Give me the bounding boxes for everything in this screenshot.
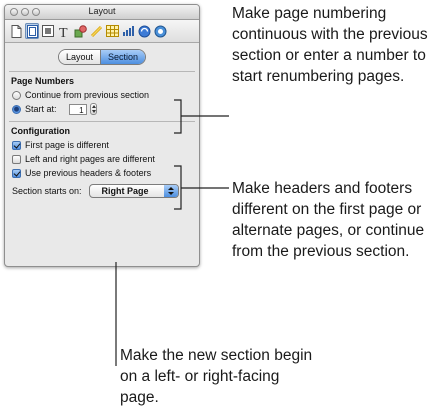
section-start-callout: Make the new section begin on a left- or… bbox=[120, 347, 313, 406]
numbering-callout: Make page numbering continuous with the … bbox=[232, 5, 428, 85]
headers-callout: Make headers and footers different on th… bbox=[232, 180, 425, 260]
numbering-bracket bbox=[174, 99, 182, 134]
headers-bracket bbox=[174, 165, 182, 210]
